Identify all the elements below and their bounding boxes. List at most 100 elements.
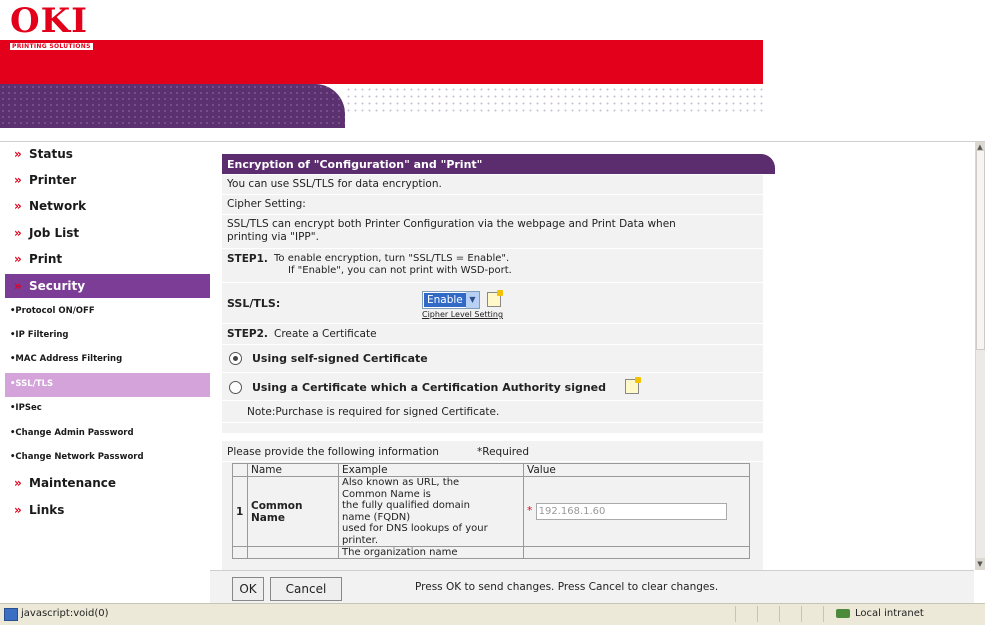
- example-line: used for DNS lookups of your: [342, 523, 488, 534]
- status-segment: [735, 606, 756, 622]
- required-text: *Required: [477, 446, 529, 458]
- sidebar-item-label: Print: [29, 252, 63, 266]
- status-text: javascript:void(0): [21, 608, 109, 619]
- subitem-label: •Change Admin Password: [10, 428, 134, 438]
- sidebar-subitem-network-password[interactable]: •Change Network Password: [5, 446, 210, 470]
- option-self-label[interactable]: Using self-signed Certificate: [252, 352, 428, 365]
- sidebar-subitem-ipsec[interactable]: •IPSec: [5, 397, 210, 421]
- edit-note-icon[interactable]: [487, 290, 503, 307]
- cipher-desc-line-2: printing via "IPP".: [227, 231, 319, 243]
- sidebar-item-maintenance[interactable]: » Maintenance: [5, 471, 210, 497]
- row-value-cell: *: [523, 476, 750, 547]
- chevron-right-icon: »: [14, 503, 22, 517]
- example-line: Common Name is: [342, 488, 431, 500]
- sidebar-subitem-mac-filtering[interactable]: •MAC Address Filtering: [5, 348, 210, 372]
- sidebar-subitem-ssl-tls[interactable]: •SSL/TLS: [5, 373, 210, 397]
- sidebar-item-job-list[interactable]: » Job List: [5, 221, 210, 247]
- row-example: Also known as URL, the Common Name is th…: [338, 476, 524, 547]
- browser-statusbar: javascript:void(0) Local intranet: [0, 603, 985, 625]
- footer-hint: Press OK to send changes. Press Cancel t…: [415, 581, 719, 593]
- logo-tagline: PRINTING SOLUTIONS: [10, 43, 93, 50]
- chevron-right-icon: »: [14, 476, 22, 490]
- example-line: Also known as URL, the: [342, 477, 460, 488]
- sidebar-item-label: Printer: [29, 173, 77, 187]
- chevron-right-icon: »: [14, 147, 22, 161]
- sidebar-item-label: Status: [29, 147, 73, 161]
- cipher-desc-row: SSL/TLS can encrypt both Printer Configu…: [222, 215, 763, 249]
- radio-self-signed[interactable]: [229, 352, 242, 365]
- sidebar-subitem-admin-password[interactable]: •Change Admin Password: [5, 422, 210, 446]
- intro-text: You can use SSL/TLS for data encryption.: [227, 178, 442, 190]
- panel-title: Encryption of "Configuration" and "Print…: [227, 158, 483, 171]
- ok-button[interactable]: OK: [232, 577, 264, 601]
- sidebar-item-status[interactable]: » Status: [5, 142, 210, 168]
- table-header: Value: [523, 463, 750, 477]
- ssl-tls-selected-value: Enable: [424, 293, 466, 307]
- radio-ca-signed[interactable]: [229, 381, 242, 394]
- status-segment: [801, 606, 822, 622]
- sidebar-item-label: Job List: [29, 226, 80, 240]
- option-ca-label[interactable]: Using a Certificate which a Certificatio…: [252, 381, 606, 394]
- common-name-field[interactable]: [535, 503, 727, 520]
- example-line: the fully qualified domain: [342, 500, 470, 511]
- sidebar-item-links[interactable]: » Links: [5, 498, 210, 524]
- sidebar-item-label: Links: [29, 503, 65, 517]
- step1-text-2: If "Enable", you can not print with WSD-…: [288, 265, 512, 276]
- status-segment: [779, 606, 800, 622]
- sidebar-item-label: Network: [29, 199, 87, 213]
- provide-text: Please provide the following information: [227, 446, 439, 458]
- required-mark: *: [527, 505, 533, 517]
- oki-logo: OKI: [10, 1, 89, 41]
- table-header: Example: [338, 463, 524, 477]
- chevron-right-icon: »: [14, 199, 22, 213]
- row-name: Common Name: [247, 476, 339, 547]
- chevron-right-icon: »: [14, 252, 22, 266]
- sidebar-item-label: Security: [29, 279, 86, 293]
- chevron-right-icon: »: [14, 173, 22, 187]
- cipher-level-link[interactable]: Cipher Level Setting: [422, 310, 503, 319]
- table-header: Name: [247, 463, 339, 477]
- status-segment: [757, 606, 778, 622]
- info-table: Name Example Value 1 Common Name Also kn…: [232, 463, 750, 559]
- scroll-down-icon[interactable]: ▼: [975, 558, 985, 570]
- example-line: printer.: [342, 534, 379, 546]
- row-example: The organization name: [338, 546, 524, 559]
- step2-row: STEP2. Create a Certificate: [222, 324, 763, 345]
- sidebar-item-security[interactable]: » Security: [5, 274, 210, 298]
- ssl-tls-row: SSL/TLS: Enable ▼ Cipher Level Setting: [222, 283, 763, 324]
- sidebar-subitem-protocol[interactable]: •Protocol ON/OFF: [5, 300, 210, 324]
- ssl-tls-label: SSL/TLS:: [227, 297, 281, 310]
- option-self-row: Using self-signed Certificate: [222, 345, 763, 373]
- chevron-down-icon: ▼: [466, 292, 479, 308]
- header-purple-tab: [0, 84, 345, 128]
- zone-text: Local intranet: [855, 608, 924, 619]
- sidebar-item-printer[interactable]: » Printer: [5, 168, 210, 194]
- subitem-label: •Change Network Password: [10, 452, 144, 462]
- step1-row: STEP1. To enable encryption, turn "SSL/T…: [222, 249, 763, 283]
- sidebar-item-print[interactable]: » Print: [5, 247, 210, 273]
- action-footer: OK Cancel Press OK to send changes. Pres…: [210, 570, 974, 604]
- header-dot-pattern: [345, 86, 763, 116]
- panel-title-bar: Encryption of "Configuration" and "Print…: [222, 154, 775, 174]
- ssl-tls-select[interactable]: Enable ▼: [422, 291, 480, 309]
- step1-label: STEP1.: [227, 253, 268, 265]
- provide-row: Please provide the following information…: [222, 441, 763, 462]
- option-ca-row: Using a Certificate which a Certificatio…: [222, 373, 763, 401]
- subitem-label: •SSL/TLS: [10, 379, 54, 389]
- subitem-label: •IP Filtering: [10, 330, 69, 340]
- chevron-right-icon: »: [14, 226, 22, 240]
- sidebar-subitem-ip-filtering[interactable]: •IP Filtering: [5, 324, 210, 348]
- cipher-label: Cipher Setting:: [227, 198, 306, 210]
- edit-note-icon[interactable]: [625, 377, 641, 394]
- sidebar-item-label: Maintenance: [29, 476, 117, 490]
- cipher-desc-line-1: SSL/TLS can encrypt both Printer Configu…: [227, 218, 676, 230]
- cancel-button[interactable]: Cancel: [270, 577, 342, 601]
- encryption-panel: You can use SSL/TLS for data encryption.…: [222, 175, 763, 433]
- intro-row: You can use SSL/TLS for data encryption.: [222, 175, 763, 195]
- sidebar-item-network[interactable]: » Network: [5, 194, 210, 220]
- step2-text: Create a Certificate: [274, 328, 377, 340]
- scroll-thumb[interactable]: [976, 150, 985, 350]
- note-row: Note:Purchase is required for signed Cer…: [222, 401, 763, 423]
- table-row: The organization name: [232, 546, 750, 559]
- step2-label: STEP2.: [227, 328, 268, 340]
